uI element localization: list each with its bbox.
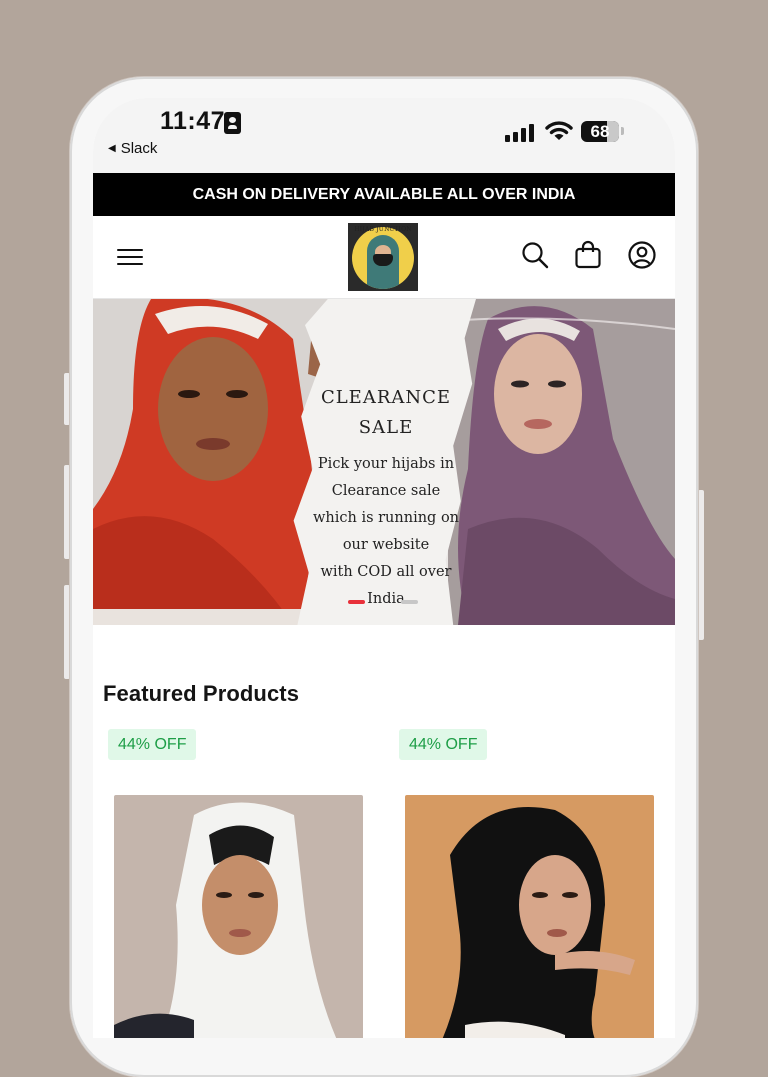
hero-text: CLEARANCE SALE Pick your hijabs in Clear… bbox=[293, 383, 479, 613]
hero-banner[interactable]: CLEARANCE SALE Pick your hijabs in Clear… bbox=[93, 299, 675, 625]
hero-body-line: Pick your hijabs in bbox=[317, 456, 455, 472]
site-header: HIJAB JUNCTION bbox=[93, 216, 675, 299]
logo-badge bbox=[352, 227, 414, 289]
product-card-black-hijab[interactable] bbox=[405, 795, 654, 1038]
featured-products-title: Featured Products bbox=[103, 681, 300, 706]
account-icon[interactable] bbox=[627, 240, 657, 270]
hero-body-line: with COD all over bbox=[320, 564, 452, 580]
store-logo[interactable]: HIJAB JUNCTION bbox=[348, 223, 418, 291]
shopping-bag-icon[interactable] bbox=[573, 240, 603, 270]
discount-badge: 44% OFF bbox=[399, 729, 488, 760]
back-app-label: Slack bbox=[120, 140, 158, 157]
hero-model-purple-hijab bbox=[448, 299, 675, 625]
hero-title-line-1: CLEARANCE bbox=[320, 387, 452, 408]
status-bar: 11:47 ◀ Slack 68 bbox=[93, 98, 675, 173]
announcement-bar: CASH ON DELIVERY AVAILABLE ALL OVER INDI… bbox=[93, 173, 675, 216]
contact-card-icon bbox=[224, 112, 241, 134]
cellular-signal-icon bbox=[505, 124, 535, 142]
slider-dot-1[interactable] bbox=[348, 600, 365, 604]
hero-body-line: which is running on bbox=[312, 510, 460, 526]
slider-dot-2[interactable] bbox=[401, 600, 418, 604]
search-icon[interactable] bbox=[520, 240, 550, 270]
logo-veil bbox=[373, 254, 393, 266]
back-to-app-link[interactable]: ◀ Slack bbox=[108, 140, 157, 157]
menu-icon[interactable] bbox=[117, 247, 143, 267]
discount-badge: 44% OFF bbox=[108, 729, 197, 760]
hero-slider-dots bbox=[348, 600, 418, 604]
battery-percent: 68 bbox=[590, 121, 610, 141]
product-card-white-hijab[interactable] bbox=[114, 795, 363, 1038]
hero-body-line: Clearance sale bbox=[331, 483, 441, 499]
status-time: 11:47 bbox=[160, 107, 226, 135]
hero-body-line: our website bbox=[342, 537, 430, 553]
logo-text: HIJAB JUNCTION bbox=[354, 226, 412, 233]
hero-title-line-2: SALE bbox=[358, 417, 414, 438]
battery-icon: 68 bbox=[581, 121, 619, 142]
phone-power-button bbox=[698, 490, 704, 640]
hero-body: Pick your hijabs in Clearance sale which… bbox=[293, 451, 479, 613]
battery-tip bbox=[621, 127, 624, 135]
purple-hijab-illustration bbox=[448, 299, 675, 625]
back-triangle-icon: ◀ bbox=[108, 143, 116, 154]
product-image-black-hijab bbox=[405, 795, 654, 1038]
wifi-icon bbox=[545, 121, 573, 140]
phone-screen: 11:47 ◀ Slack 68 CASH ON DELIVERY AVAILA… bbox=[93, 98, 675, 1038]
product-image-white-hijab bbox=[114, 795, 363, 1038]
